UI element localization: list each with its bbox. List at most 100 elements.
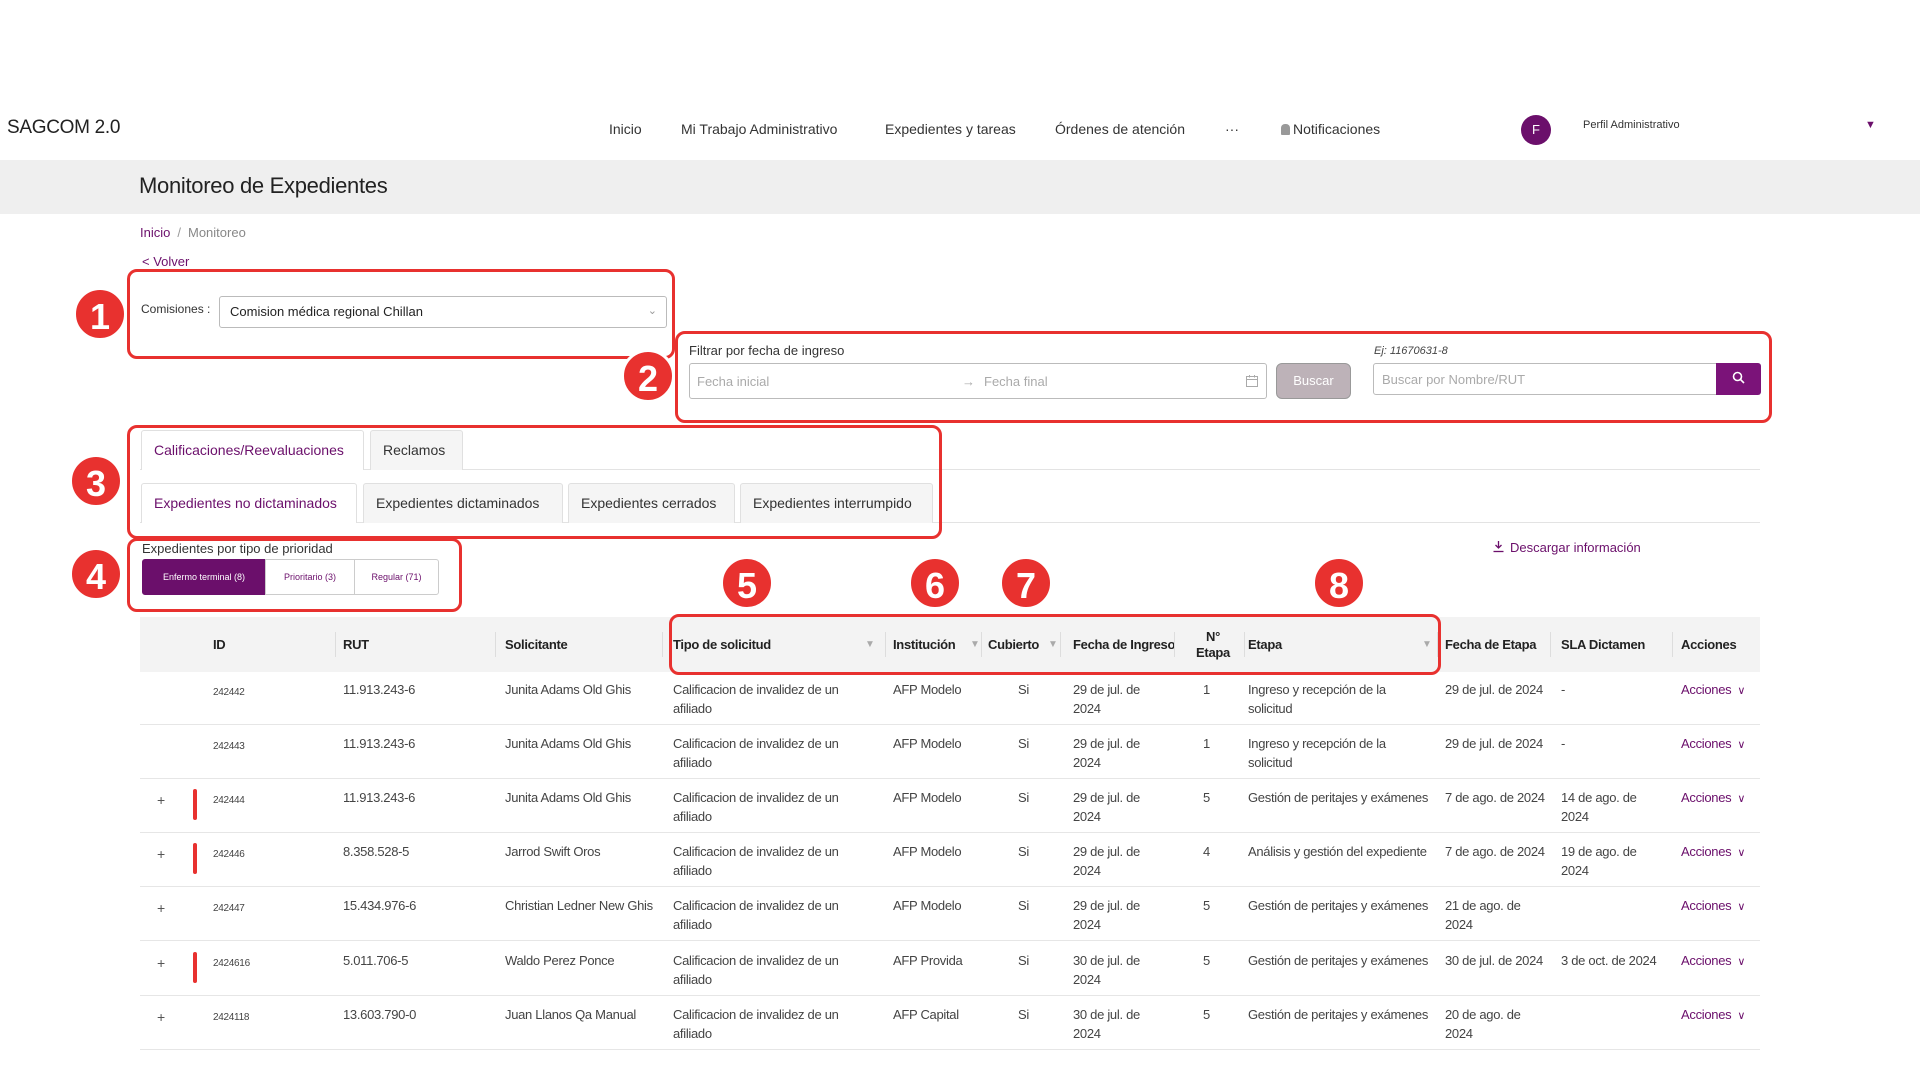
cell-ingreso: 29 de jul. de 2024	[1073, 682, 1140, 716]
search-button[interactable]: Buscar	[1276, 363, 1351, 399]
download-link[interactable]: Descargar información	[1492, 540, 1641, 555]
date-filter-label: Filtrar por fecha de ingreso	[689, 343, 845, 358]
cell-solicitante: Junita Adams Old Ghis	[505, 790, 631, 805]
col-rut[interactable]: RUT	[343, 617, 369, 672]
table-row[interactable]: 242442 11.913.243-6 Junita Adams Old Ghis C…	[140, 671, 1760, 725]
cell-fecha-etapa: 21 de ago. de 2024	[1445, 898, 1521, 932]
download-label: Descargar información	[1510, 540, 1641, 555]
nav-ordenes[interactable]: Órdenes de atención	[1055, 121, 1185, 137]
search-input[interactable]: Buscar por Nombre/RUT	[1373, 363, 1717, 395]
nav-more[interactable]: ···	[1225, 121, 1239, 137]
app-logo[interactable]: SAGCOM 2.0	[7, 117, 120, 139]
cell-id: 242444	[213, 795, 245, 806]
back-link[interactable]: < Volver	[142, 254, 189, 269]
table-row[interactable]: +2424118 13.603.790-0 Juan Llanos Qa Manua…	[140, 996, 1760, 1050]
download-icon	[1493, 541, 1504, 553]
profile-name[interactable]: Perfil Administrativo	[1583, 119, 1680, 131]
nav-inicio[interactable]: Inicio	[609, 121, 642, 137]
nav-expedientes[interactable]: Expedientes y tareas	[885, 121, 1016, 137]
cell-etapa-n: 5	[1203, 1007, 1210, 1022]
breadcrumb-separator: /	[177, 225, 181, 240]
cell-fecha-etapa: 30 de jul. de 2024	[1445, 953, 1543, 968]
cell-tipo: Calificacion de invalidez de un afiliado	[673, 844, 839, 878]
back-label: Volver	[153, 254, 190, 269]
cell-rut: 11.913.243-6	[343, 736, 416, 751]
cell-cubierto: Si	[1018, 790, 1029, 805]
breadcrumb-inicio[interactable]: Inicio	[140, 225, 170, 240]
cell-ingreso: 29 de jul. de 2024	[1073, 790, 1140, 824]
segment-regular[interactable]: Regular (71)	[354, 559, 439, 595]
callout-badge-8: 8	[1312, 556, 1366, 610]
expand-row-icon[interactable]: +	[157, 1008, 165, 1027]
cell-solicitante: Juan Llanos Qa Manual	[505, 1007, 637, 1022]
col-solicitante[interactable]: Solicitante	[505, 617, 568, 672]
nav-mi-trabajo[interactable]: Mi Trabajo Administrativo	[681, 121, 837, 137]
nav-notificaciones[interactable]: Notificaciones	[1281, 121, 1380, 137]
cell-etapa: Gestión de peritajes y exámenes	[1248, 953, 1429, 968]
acciones-label: Acciones	[1681, 790, 1732, 805]
acciones-label: Acciones	[1681, 682, 1732, 697]
cell-fecha-etapa: 29 de jul. de 2024	[1445, 736, 1543, 751]
table-row[interactable]: +2424616 5.011.706-5 Waldo Perez Ponce Cali…	[140, 942, 1760, 996]
cell-sla: 19 de ago. de 2024	[1561, 844, 1637, 878]
acciones-label: Acciones	[1681, 1007, 1732, 1022]
acciones-dropdown[interactable]: Acciones ∨	[1681, 896, 1745, 917]
date-start-input[interactable]: Fecha inicial	[697, 374, 769, 389]
segment-prioritario[interactable]: Prioritario (3)	[265, 559, 355, 595]
cell-cubierto: Si	[1018, 844, 1029, 859]
cell-tipo: Calificacion de invalidez de un afiliado	[673, 790, 839, 824]
cell-rut: 8.358.528-5	[343, 844, 410, 859]
table-row[interactable]: +242446 8.358.528-5 Jarrod Swift Oros Calif…	[140, 833, 1760, 887]
search-icon-button[interactable]	[1716, 363, 1761, 395]
table-row[interactable]: 242443 11.913.243-6 Junita Adams Old Ghis C…	[140, 725, 1760, 779]
col-divider	[1550, 632, 1551, 657]
expand-row-icon[interactable]: +	[157, 954, 165, 973]
cell-solicitante: Waldo Perez Ponce	[505, 953, 615, 968]
cell-etapa-n: 5	[1203, 953, 1210, 968]
col-divider	[335, 632, 336, 657]
cell-id: 242446	[213, 849, 245, 860]
table-row[interactable]: +242444 11.913.243-6 Junita Adams Old Ghis…	[140, 779, 1760, 833]
expand-row-icon[interactable]: +	[157, 899, 165, 918]
date-end-input[interactable]: Fecha final	[984, 374, 1048, 389]
callout-box-3	[127, 425, 942, 539]
cell-tipo: Calificacion de invalidez de un afiliado	[673, 898, 839, 932]
breadcrumb-monitoreo: Monitoreo	[187, 225, 246, 240]
cell-etapa: Gestión de peritajes y exámenes	[1248, 1007, 1429, 1022]
col-acciones[interactable]: Acciones	[1681, 617, 1737, 672]
avatar[interactable]: F	[1521, 115, 1551, 145]
cell-rut: 13.603.790-0	[343, 1007, 417, 1022]
table-row[interactable]: +242447 15.434.976-6 Christian Ledner New …	[140, 887, 1760, 941]
cell-etapa: Gestión de peritajes y exámenes	[1248, 898, 1429, 913]
cell-tipo: Calificacion de invalidez de un afiliado	[673, 682, 839, 716]
cell-fecha-etapa: 20 de ago. de 2024	[1445, 1007, 1521, 1041]
acciones-dropdown[interactable]: Acciones ∨	[1681, 1005, 1745, 1026]
acciones-dropdown[interactable]: Acciones ∨	[1681, 951, 1745, 972]
cell-rut: 15.434.976-6	[343, 898, 417, 913]
acciones-dropdown[interactable]: Acciones ∨	[1681, 680, 1745, 701]
chevron-down-icon[interactable]: ▼	[1865, 119, 1876, 131]
priority-indicator	[193, 789, 197, 820]
acciones-dropdown[interactable]: Acciones ∨	[1681, 788, 1745, 809]
cell-id: 2424118	[213, 1012, 250, 1023]
date-range-input[interactable]: Fecha inicial → Fecha final	[689, 363, 1267, 399]
cell-etapa-n: 5	[1203, 898, 1210, 913]
acciones-dropdown[interactable]: Acciones ∨	[1681, 734, 1745, 755]
col-divider	[495, 632, 496, 657]
cell-fecha-etapa: 7 de ago. de 2024	[1445, 790, 1545, 805]
acciones-label: Acciones	[1681, 898, 1732, 913]
segment-enfermo-terminal[interactable]: Enfermo terminal (8)	[142, 559, 266, 595]
acciones-dropdown[interactable]: Acciones ∨	[1681, 842, 1745, 863]
cell-institucion: AFP Modelo	[893, 736, 962, 751]
expand-row-icon[interactable]: +	[157, 845, 165, 864]
cell-etapa-n: 1	[1203, 682, 1210, 697]
cell-rut: 11.913.243-6	[343, 682, 416, 697]
calendar-icon[interactable]	[1245, 374, 1259, 388]
expand-row-icon[interactable]: +	[157, 791, 165, 810]
col-fecha-etapa[interactable]: Fecha de Etapa	[1445, 617, 1536, 672]
col-id[interactable]: ID	[213, 617, 226, 672]
col-sla-dictamen[interactable]: SLA Dictamen	[1561, 617, 1645, 672]
commission-select[interactable]: Comision médica regional Chillan ⌄	[219, 296, 667, 328]
cell-institucion: AFP Capital	[893, 1007, 959, 1022]
cell-ingreso: 29 de jul. de 2024	[1073, 898, 1140, 932]
